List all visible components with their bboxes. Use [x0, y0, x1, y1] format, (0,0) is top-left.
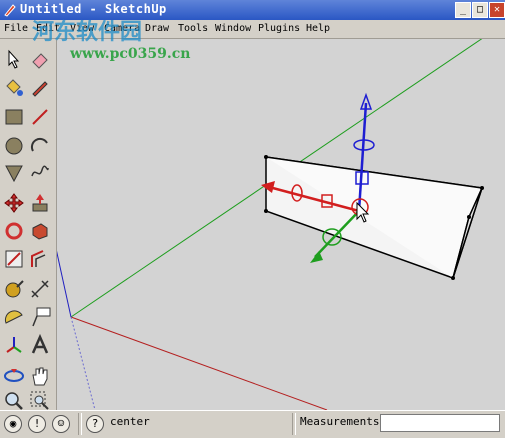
tape-measure-icon[interactable]	[3, 278, 25, 300]
menu-draw[interactable]: Draw	[145, 23, 169, 34]
menu-file[interactable]: File	[4, 23, 28, 34]
follow-me-icon[interactable]	[29, 220, 51, 242]
text-icon[interactable]	[29, 306, 51, 328]
user-icon[interactable]: ☺	[52, 415, 70, 433]
status-bar: ◉ ! ☺ ? center Measurements	[0, 410, 505, 438]
zoom-icon[interactable]	[3, 390, 25, 412]
maximize-button[interactable]: □	[472, 2, 488, 18]
select-icon[interactable]	[3, 48, 25, 70]
credits-icon[interactable]: !	[28, 415, 46, 433]
orbit-icon[interactable]	[3, 365, 25, 387]
push-pull-icon[interactable]	[29, 192, 51, 214]
help-icon[interactable]: ?	[86, 415, 104, 433]
menu-help[interactable]: Help	[306, 23, 330, 34]
model-viewport[interactable]	[57, 39, 505, 410]
arc-icon[interactable]	[29, 135, 51, 157]
box-model[interactable]	[264, 155, 484, 280]
circle-icon[interactable]	[3, 135, 25, 157]
freehand-icon[interactable]	[29, 162, 51, 184]
menu-window[interactable]: Window	[215, 23, 251, 34]
model-canvas[interactable]	[57, 39, 505, 410]
geo-location-icon[interactable]: ◉	[4, 415, 22, 433]
eraser-icon[interactable]	[29, 48, 51, 70]
3d-text-icon[interactable]	[29, 334, 51, 356]
menu-view[interactable]: View	[70, 23, 94, 34]
scale-icon[interactable]	[3, 248, 25, 270]
blue-axis	[57, 250, 72, 318]
line-icon[interactable]	[29, 106, 51, 128]
blue-axis-dashed	[70, 316, 96, 410]
move-icon[interactable]	[3, 192, 25, 214]
menu-plugins[interactable]: Plugins	[258, 23, 300, 34]
title-bar: Untitled - SketchUp _ □ ✕	[0, 0, 505, 20]
axes-icon[interactable]	[3, 334, 25, 356]
menu-camera[interactable]: Camera	[104, 23, 140, 34]
status-hint: center	[110, 415, 150, 428]
separator	[292, 413, 296, 435]
protractor-icon[interactable]	[3, 306, 25, 328]
window-title: Untitled - SketchUp	[20, 2, 167, 16]
menu-bar: File Edit View Camera Draw Tools Window …	[0, 20, 505, 39]
rotate-icon[interactable]	[3, 220, 25, 242]
offset-icon[interactable]	[29, 248, 51, 270]
close-button[interactable]: ✕	[489, 2, 505, 18]
measurements-label: Measurements	[300, 415, 380, 428]
separator	[78, 413, 82, 435]
paint-bucket-icon[interactable]	[3, 76, 25, 98]
polygon-icon[interactable]	[3, 162, 25, 184]
rectangle-icon[interactable]	[3, 106, 25, 128]
red-axis	[70, 316, 328, 410]
dimension-icon[interactable]	[29, 278, 51, 300]
pencil-icon[interactable]	[29, 76, 51, 98]
minimize-button[interactable]: _	[455, 2, 471, 18]
zoom-window-icon[interactable]	[29, 390, 51, 412]
sketchup-app-icon[interactable]	[3, 3, 17, 17]
pan-icon[interactable]	[29, 365, 51, 387]
menu-tools[interactable]: Tools	[178, 23, 208, 34]
tools-toolbar	[0, 40, 57, 410]
menu-edit[interactable]: Edit	[36, 23, 60, 34]
measurements-input[interactable]	[380, 414, 500, 432]
